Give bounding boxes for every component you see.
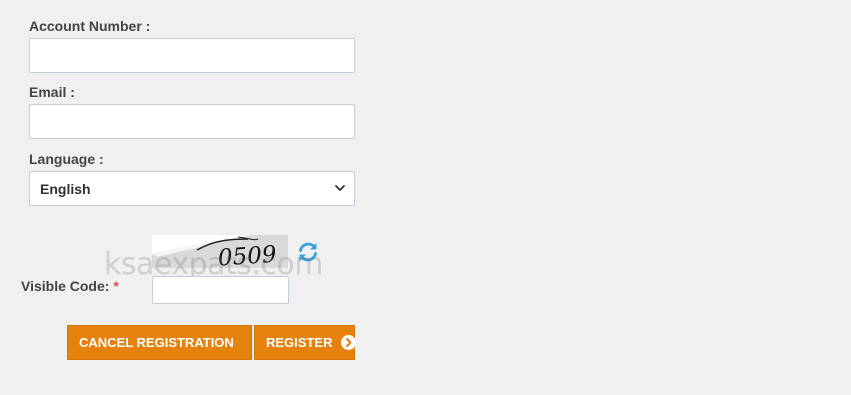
account-number-label: Account Number : [29, 18, 151, 34]
register-button[interactable]: REGISTER [254, 325, 357, 360]
cancel-registration-label: CANCEL REGISTRATION [79, 335, 234, 350]
email-input[interactable] [30, 105, 354, 138]
cancel-registration-button[interactable]: CANCEL REGISTRATION [67, 325, 252, 360]
required-marker: * [113, 278, 119, 294]
chevron-right-circle-icon [341, 335, 357, 350]
visible-code-field[interactable] [152, 276, 289, 304]
captcha-image: 0509 [152, 235, 288, 268]
register-label: REGISTER [266, 335, 333, 350]
email-label: Email : [29, 84, 75, 100]
visible-code-label: Visible Code: * [21, 278, 119, 294]
language-selected-value: English [40, 180, 91, 197]
visible-code-input[interactable] [153, 277, 288, 303]
visible-code-label-text: Visible Code: [21, 278, 110, 294]
language-select[interactable]: English [29, 171, 355, 206]
refresh-captcha-icon[interactable] [296, 240, 320, 264]
chevron-down-icon [334, 181, 346, 197]
language-label: Language : [29, 151, 104, 167]
account-number-input[interactable] [30, 39, 354, 72]
captcha-text: 0509 [217, 242, 277, 268]
account-number-field[interactable] [29, 38, 355, 73]
email-field[interactable] [29, 104, 355, 139]
